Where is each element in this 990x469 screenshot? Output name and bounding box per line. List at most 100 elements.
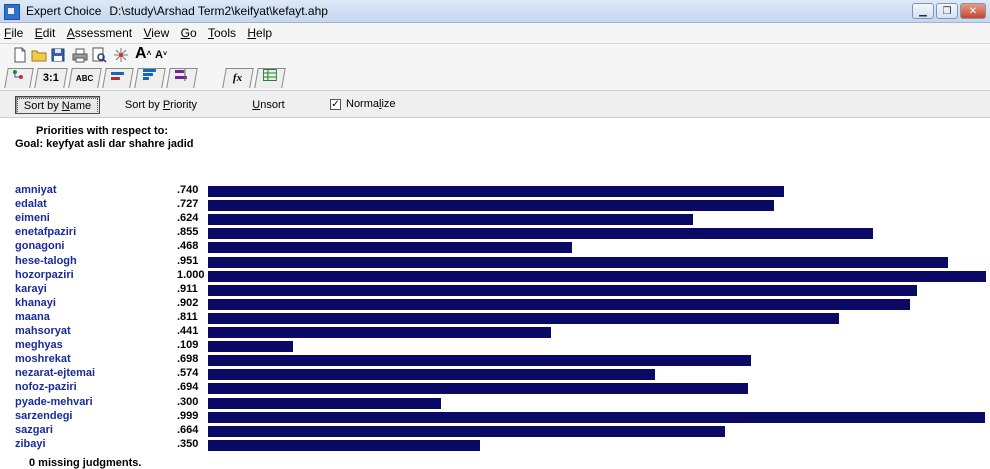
app-icon[interactable] [4, 4, 20, 20]
tab-formula[interactable]: fx [222, 68, 254, 88]
menu-file[interactable]: File [0, 23, 27, 40]
open-folder-icon[interactable] [31, 47, 47, 63]
menu-edit[interactable]: Edit [31, 23, 60, 40]
criterion-priority-value: .300 [177, 396, 199, 408]
priority-bar [208, 369, 655, 380]
criterion-priority-value: .811 [177, 311, 198, 323]
normalize-label: Normalize [346, 98, 396, 110]
sort-by-name-button[interactable]: Sort by Name [15, 96, 100, 114]
grid-icon [262, 69, 277, 81]
priority-bar [208, 383, 748, 394]
criterion-name: edalat [15, 198, 47, 210]
criterion-priority-value: .624 [177, 212, 199, 224]
title-bar: Expert Choice D:\study\Arshad Term2\keify… [0, 0, 990, 23]
priority-bar [208, 398, 441, 409]
criterion-priority-value: .109 [177, 339, 199, 351]
priority-bar [208, 299, 910, 310]
menu-assessment[interactable]: Assessment [63, 23, 136, 40]
priority-bar [208, 228, 873, 239]
menu-view[interactable]: View [139, 23, 173, 40]
tab-sensitivity[interactable] [166, 68, 198, 88]
criterion-name: zibayi [15, 438, 46, 450]
font-larger-button[interactable]: A˄ [135, 46, 153, 62]
standard-toolbar: A˄ A˅ [0, 44, 990, 66]
save-icon[interactable] [50, 47, 66, 63]
priority-bar [208, 186, 784, 197]
priority-bar [208, 313, 839, 324]
priority-bar [208, 214, 693, 225]
menu-help[interactable]: Help [243, 23, 276, 40]
criterion-name: sazgari [15, 424, 53, 436]
app-name: Expert Choice [26, 4, 102, 18]
criterion-name: sarzendegi [15, 410, 73, 422]
criterion-name: nezarat-ejtemai [15, 367, 96, 379]
normalize-checkbox[interactable]: ✓ [330, 99, 341, 110]
priority-bar [208, 426, 725, 437]
criterion-priority-value: .698 [177, 353, 199, 365]
criterion-priority-value: .911 [177, 283, 198, 295]
criterion-priority-value: .951 [177, 255, 199, 267]
priority-bar [208, 285, 917, 296]
menu-bar: File Edit Assessment View Go Tools Help [0, 23, 990, 44]
sort-by-priority-button[interactable]: Sort by Priority [114, 96, 208, 114]
priority-bar [208, 242, 572, 253]
window-title: Expert Choice D:\study\Arshad Term2\keify… [26, 4, 328, 18]
priority-bar [208, 440, 480, 451]
print-icon[interactable] [72, 47, 88, 63]
window-controls: ▁ ❐ ✕ [910, 3, 986, 19]
sensitivity-icon [174, 69, 187, 81]
criterion-priority-value: .902 [177, 297, 199, 309]
sort-toolbar: Sort by Name Sort by Priority Unsort ✓ N… [0, 91, 990, 118]
graphical-bars-icon [110, 72, 124, 80]
criterion-name: eimeni [15, 212, 50, 224]
font-smaller-button[interactable]: A˅ [155, 47, 169, 63]
tab-priorities[interactable] [134, 68, 166, 88]
goal-label: Goal: keyfyat asli dar shahre jadid [15, 138, 194, 150]
tab-data-grid[interactable] [254, 68, 286, 88]
criterion-name: gonagoni [15, 240, 65, 252]
print-preview-icon[interactable] [91, 47, 107, 63]
criterion-priority-value: .574 [177, 367, 199, 379]
sparkle-icon[interactable] [113, 47, 129, 63]
criterion-priority-value: .694 [177, 381, 199, 393]
criterion-name: maana [15, 311, 50, 323]
priority-bar [208, 327, 551, 338]
criterion-priority-value: .664 [177, 424, 199, 436]
criterion-priority-value: .740 [177, 184, 199, 196]
file-path: D:\study\Arshad Term2\keifyat\kefayt.ahp [109, 4, 328, 18]
criterion-name: amniyat [15, 184, 57, 196]
priority-bar [208, 200, 774, 211]
criterion-priority-value: .727 [177, 198, 199, 210]
tree-icon [12, 70, 23, 79]
missing-judgments: 0 missing judgments. [29, 457, 142, 469]
tab-graphical[interactable] [102, 68, 134, 88]
criterion-name: pyade-mehvari [15, 396, 93, 408]
criterion-name: meghyas [15, 339, 63, 351]
tab-tree-view[interactable] [4, 68, 34, 88]
criterion-name: nofoz-paziri [15, 381, 77, 393]
criterion-name: moshrekat [15, 353, 71, 365]
minimize-button[interactable]: ▁ [912, 3, 934, 19]
priority-bar [208, 341, 293, 352]
maximize-button[interactable]: ❐ [936, 3, 958, 19]
unsort-button[interactable]: Unsort [226, 96, 311, 114]
criterion-name: hese-talogh [15, 255, 77, 267]
criterion-priority-value: .350 [177, 438, 199, 450]
criterion-name: karayi [15, 283, 47, 295]
criterion-priority-value: 1.000 [177, 269, 205, 281]
tab-pairwise-verbal[interactable]: ABC [68, 68, 102, 88]
criterion-priority-value: .468 [177, 240, 199, 252]
criterion-priority-value: .441 [177, 325, 199, 337]
new-file-icon[interactable] [12, 47, 28, 63]
priority-bar [208, 355, 751, 366]
menu-tools[interactable]: Tools [204, 23, 240, 40]
tab-pairwise-numerical[interactable]: 3:1 [34, 68, 68, 88]
criterion-name: hozorpaziri [15, 269, 74, 281]
criterion-name: khanayi [15, 297, 56, 309]
close-button[interactable]: ✕ [960, 3, 986, 19]
priority-bar [208, 257, 948, 268]
view-tabs: 3:1 ABC fx [0, 66, 990, 91]
menu-go[interactable]: Go [177, 23, 201, 40]
priorities-heading: Priorities with respect to: [36, 125, 169, 137]
priorities-report: Priorities with respect to: Goal: keyfya… [0, 118, 990, 469]
